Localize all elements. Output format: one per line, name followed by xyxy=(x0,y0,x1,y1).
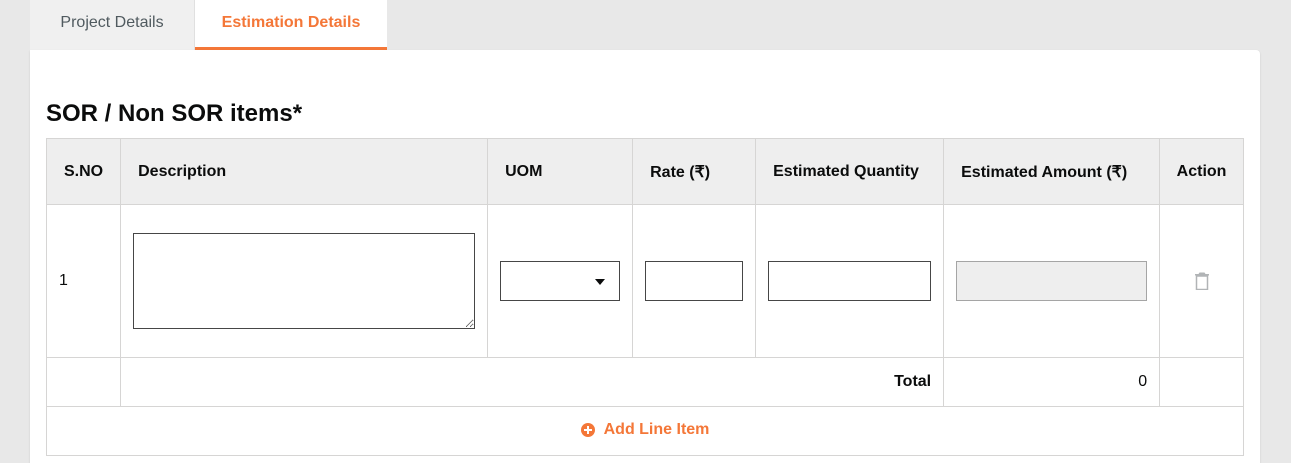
total-spacer-cell xyxy=(45,357,122,407)
description-input[interactable] xyxy=(133,233,476,329)
header-rate: Rate (₹) xyxy=(632,138,757,205)
plus-circle-icon xyxy=(580,422,595,437)
total-row: Total 0 xyxy=(45,357,1244,407)
estimated-amount-field xyxy=(956,261,1148,301)
sor-items-table: S.NO Description UOM Rate (₹) Estimated … xyxy=(45,138,1244,456)
total-action-cell xyxy=(1159,357,1244,407)
total-value: 0 xyxy=(943,357,1161,407)
tab-bar: Project Details Estimation Details xyxy=(30,0,387,50)
add-line-row: Add Line Item xyxy=(46,406,1244,456)
header-description: Description xyxy=(120,138,489,205)
rate-cell xyxy=(632,204,757,358)
section-title: SOR / Non SOR items* xyxy=(46,100,303,127)
row-sno: 1 xyxy=(45,204,122,358)
trash-icon[interactable] xyxy=(1194,272,1209,290)
table-header-row: S.NO Description UOM Rate (₹) Estimated … xyxy=(45,138,1244,205)
add-line-cell: Add Line Item xyxy=(46,406,1244,456)
description-cell xyxy=(120,204,489,358)
quantity-cell xyxy=(755,204,945,358)
amount-cell xyxy=(943,204,1161,358)
header-uom: UOM xyxy=(487,138,634,205)
caret-down-icon xyxy=(595,279,606,285)
estimation-card: SOR / Non SOR items* S.NO Description UO… xyxy=(30,50,1260,463)
header-estimated-amount: Estimated Amount (₹) xyxy=(943,138,1161,205)
uom-cell xyxy=(487,204,634,358)
uom-dropdown[interactable] xyxy=(500,261,621,301)
header-sno: S.NO xyxy=(45,138,122,205)
tab-estimation-details[interactable]: Estimation Details xyxy=(195,0,387,50)
header-action: Action xyxy=(1159,138,1244,205)
add-line-item-label: Add Line Item xyxy=(603,420,710,438)
tab-project-details[interactable]: Project Details xyxy=(30,0,195,50)
header-estimated-quantity: Estimated Quantity xyxy=(755,138,945,205)
action-cell xyxy=(1159,204,1244,358)
estimated-quantity-input[interactable] xyxy=(768,261,932,301)
rate-input[interactable] xyxy=(645,261,744,301)
total-label: Total xyxy=(120,357,945,407)
add-line-item-button[interactable]: Add Line Item xyxy=(580,420,710,439)
table-row: 1 xyxy=(45,204,1244,358)
